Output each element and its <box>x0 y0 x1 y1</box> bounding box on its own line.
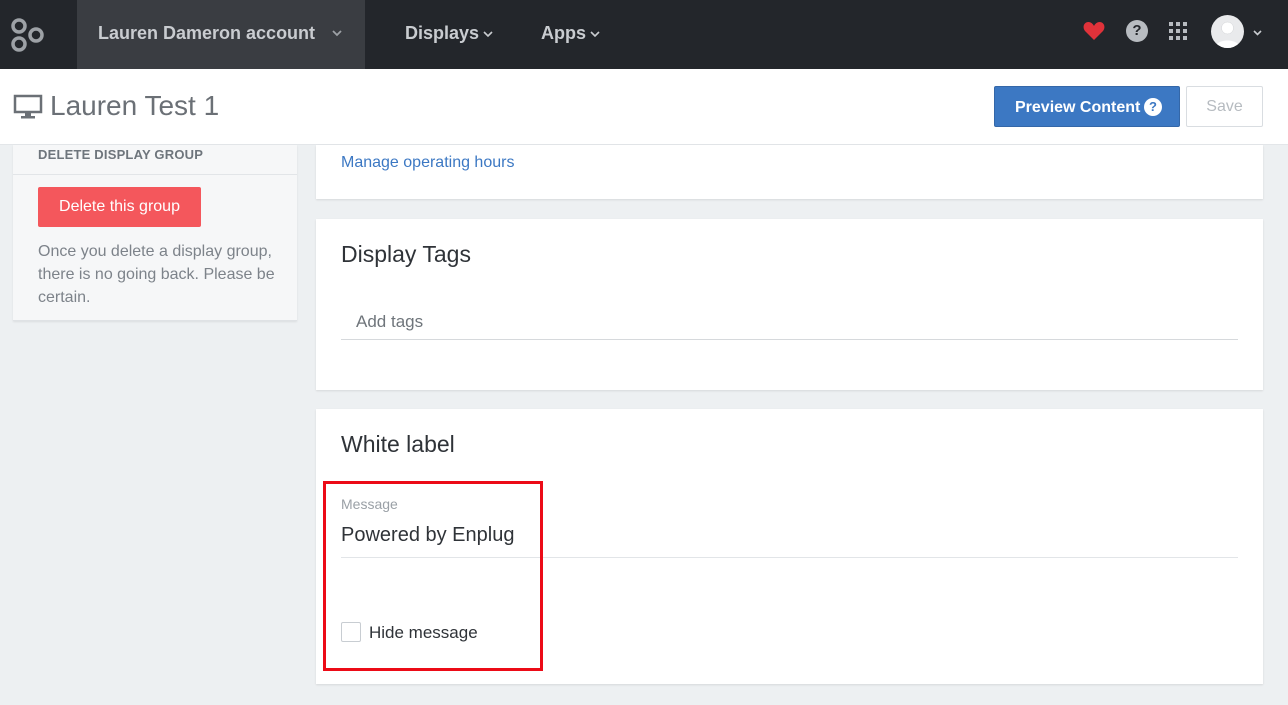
chevron-down-icon <box>590 31 600 38</box>
account-switcher[interactable]: Lauren Dameron account <box>77 0 365 69</box>
preview-content-label: Preview Content <box>1015 99 1141 116</box>
highlight-annotation <box>323 481 543 671</box>
card-title: Display Tags <box>341 241 471 267</box>
operating-hours-card: Manage operating hours <box>316 145 1263 199</box>
heart-icon[interactable] <box>1083 21 1105 41</box>
grid-icon[interactable] <box>1169 22 1187 40</box>
tags-input[interactable]: Add tags <box>341 304 1238 340</box>
chevron-down-icon <box>483 31 493 38</box>
divider <box>13 174 297 175</box>
display-tags-card: Display Tags Add tags <box>316 219 1263 390</box>
enplug-logo-icon[interactable] <box>10 17 46 53</box>
tags-placeholder: Add tags <box>356 312 424 331</box>
delete-warning-text: Once you delete a display group, there i… <box>38 243 275 306</box>
preview-content-button[interactable]: Preview Content ? <box>994 86 1180 127</box>
page-title: Lauren Test 1 <box>50 90 220 121</box>
chevron-down-icon <box>332 30 342 37</box>
monitor-icon <box>13 94 43 119</box>
save-button[interactable]: Save <box>1186 86 1263 127</box>
nav-apps[interactable]: Apps <box>541 23 586 44</box>
nav-displays[interactable]: Displays <box>405 23 479 44</box>
user-avatar-icon[interactable] <box>1211 15 1244 48</box>
section-title: DELETE DISPLAY GROUP <box>38 147 204 162</box>
help-icon: ? <box>1144 98 1162 116</box>
help-icon[interactable]: ? <box>1126 20 1148 42</box>
top-navigation-bar: Lauren Dameron account Displays Apps ? <box>0 0 1288 69</box>
account-name: Lauren Dameron account <box>98 23 316 43</box>
card-title: White label <box>341 431 455 457</box>
page-header: Lauren Test 1 Preview Content ? Save <box>0 69 1288 145</box>
delete-group-panel: DELETE DISPLAY GROUP Delete this group O… <box>13 145 297 321</box>
manage-operating-hours-link[interactable]: Manage operating hours <box>341 154 514 172</box>
delete-group-button[interactable]: Delete this group <box>38 187 201 227</box>
chevron-down-icon[interactable] <box>1252 27 1263 38</box>
